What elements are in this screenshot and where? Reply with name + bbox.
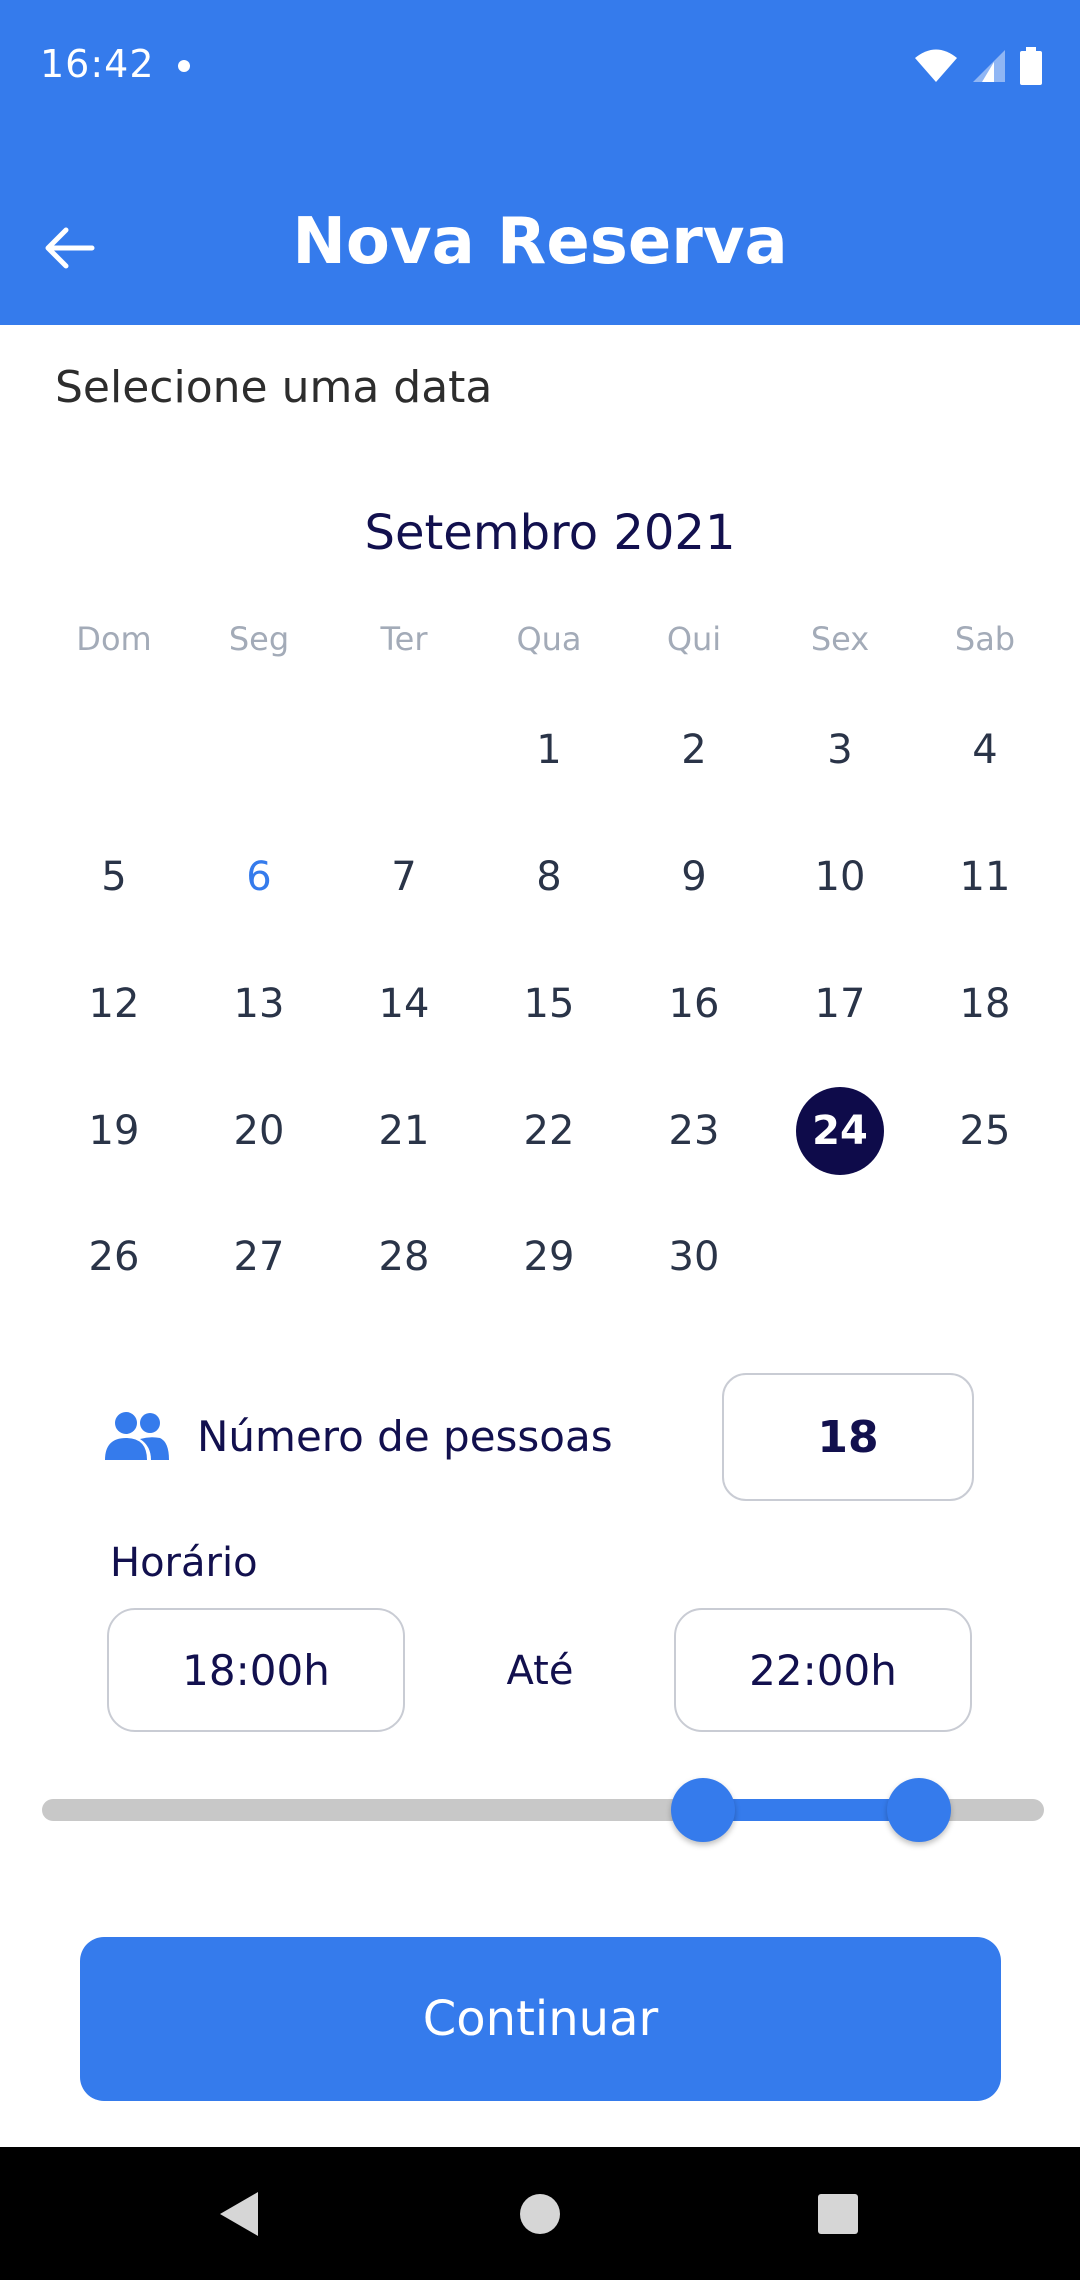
calendar-day-number: 13 bbox=[233, 981, 285, 1027]
battery-icon bbox=[1020, 47, 1042, 85]
calendar-day-number: 14 bbox=[378, 981, 430, 1027]
weekday-label: Sex bbox=[810, 620, 870, 658]
calendar-day[interactable]: 11 bbox=[913, 832, 1058, 922]
page-title: Nova Reserva bbox=[292, 205, 788, 279]
calendar-day-number: 29 bbox=[523, 1234, 575, 1280]
end-time-field[interactable]: 22:00h bbox=[674, 1608, 972, 1732]
calendar-day-number: 8 bbox=[536, 854, 562, 900]
nav-back-button[interactable] bbox=[180, 2147, 300, 2280]
calendar-day[interactable]: 30 bbox=[622, 1212, 767, 1302]
calendar-day[interactable]: 26 bbox=[42, 1212, 187, 1302]
status-icons bbox=[914, 46, 1042, 86]
calendar-day-number: 11 bbox=[959, 854, 1011, 900]
calendar-day[interactable]: 9 bbox=[622, 832, 767, 922]
calendar-day[interactable]: 7 bbox=[332, 832, 477, 922]
calendar-day[interactable]: 6 bbox=[187, 832, 332, 922]
notification-dot-icon bbox=[178, 60, 190, 72]
home-circle-icon bbox=[520, 2193, 560, 2234]
calendar-day[interactable]: 14 bbox=[332, 959, 477, 1049]
weekday-label: Qui bbox=[666, 620, 722, 658]
nav-recents-button[interactable] bbox=[778, 2147, 898, 2280]
calendar-day[interactable]: 12 bbox=[42, 959, 187, 1049]
calendar-day-number: 12 bbox=[88, 981, 140, 1027]
slider-start-handle[interactable] bbox=[671, 1778, 735, 1842]
calendar-day[interactable]: 3 bbox=[768, 705, 913, 795]
calendar-day[interactable]: 25 bbox=[913, 1086, 1058, 1176]
continue-button[interactable]: Continuar bbox=[80, 1937, 1001, 2101]
calendar-day-number: 24 bbox=[812, 1108, 868, 1154]
calendar-day[interactable]: 17 bbox=[768, 959, 913, 1049]
calendar-day[interactable]: 27 bbox=[187, 1212, 332, 1302]
weekday-label: Sab bbox=[954, 620, 1016, 658]
calendar-day-number: 23 bbox=[668, 1108, 720, 1154]
calendar-day-number: 25 bbox=[959, 1108, 1011, 1154]
calendar-day[interactable]: 21 bbox=[332, 1086, 477, 1176]
calendar-day-number: 21 bbox=[378, 1108, 430, 1154]
section-title: Selecione uma data bbox=[55, 362, 493, 413]
recents-square-icon bbox=[818, 2193, 858, 2234]
calendar-day[interactable]: 15 bbox=[477, 959, 622, 1049]
calendar-day-number: 27 bbox=[233, 1234, 285, 1280]
calendar-day-number: 7 bbox=[391, 854, 417, 900]
back-triangle-icon bbox=[220, 2191, 258, 2236]
calendar-day-selected[interactable]: 24 bbox=[768, 1086, 913, 1176]
people-count-input[interactable]: 18 bbox=[722, 1373, 974, 1501]
calendar-day[interactable]: 2 bbox=[622, 705, 767, 795]
signal-icon bbox=[973, 50, 1005, 82]
calendar-day-number: 10 bbox=[814, 854, 866, 900]
calendar-day[interactable]: 19 bbox=[42, 1086, 187, 1176]
calendar-day[interactable]: 18 bbox=[913, 959, 1058, 1049]
status-time: 16:42 bbox=[40, 42, 155, 86]
calendar-day-number: 30 bbox=[668, 1234, 720, 1280]
people-count-label: Número de pessoas bbox=[197, 1412, 613, 1461]
calendar-day-number: 1 bbox=[536, 727, 562, 773]
start-time-field[interactable]: 18:00h bbox=[107, 1608, 405, 1732]
calendar-day-number: 9 bbox=[681, 854, 707, 900]
calendar-day-number: 17 bbox=[814, 981, 866, 1027]
calendar-day-number: 2 bbox=[681, 727, 707, 773]
calendar-day-number: 22 bbox=[523, 1108, 575, 1154]
calendar-day[interactable]: 1 bbox=[477, 705, 622, 795]
calendar-day[interactable]: 22 bbox=[477, 1086, 622, 1176]
wifi-icon bbox=[915, 49, 957, 82]
calendar-day[interactable]: 16 bbox=[622, 959, 767, 1049]
nav-home-button[interactable] bbox=[480, 2147, 600, 2280]
calendar-month-label: Setembro 2021 bbox=[364, 505, 736, 561]
calendar-day[interactable]: 29 bbox=[477, 1212, 622, 1302]
calendar-day-number: 5 bbox=[101, 854, 127, 900]
hours-label: Horário bbox=[110, 1540, 258, 1586]
calendar-day[interactable]: 23 bbox=[622, 1086, 767, 1176]
calendar-day-number: 3 bbox=[827, 727, 853, 773]
app-header: 16:42 Nova Reserva bbox=[0, 0, 1080, 325]
calendar-day-number: 6 bbox=[246, 854, 272, 900]
weekday-label: Seg bbox=[228, 620, 290, 658]
calendar-day-number: 18 bbox=[959, 981, 1011, 1027]
calendar-day[interactable]: 4 bbox=[913, 705, 1058, 795]
calendar-day-number: 15 bbox=[523, 981, 575, 1027]
calendar-day[interactable]: 20 bbox=[187, 1086, 332, 1176]
calendar-day[interactable]: 8 bbox=[477, 832, 622, 922]
system-nav-bar bbox=[0, 2147, 1080, 2280]
weekday-label: Qua bbox=[516, 620, 582, 658]
people-icon bbox=[105, 1412, 169, 1460]
calendar-day-number: 19 bbox=[88, 1108, 140, 1154]
weekday-label: Ter bbox=[380, 620, 428, 658]
calendar-day-number: 20 bbox=[233, 1108, 285, 1154]
calendar-day[interactable]: 13 bbox=[187, 959, 332, 1049]
calendar-day[interactable]: 28 bbox=[332, 1212, 477, 1302]
time-range-separator: Até bbox=[506, 1648, 574, 1694]
weekday-label: Dom bbox=[76, 620, 152, 658]
calendar-day-number: 28 bbox=[378, 1234, 430, 1280]
calendar-day[interactable]: 10 bbox=[768, 832, 913, 922]
calendar-day-number: 26 bbox=[88, 1234, 140, 1280]
calendar-day[interactable]: 5 bbox=[42, 832, 187, 922]
calendar-day-number: 4 bbox=[972, 727, 998, 773]
slider-end-handle[interactable] bbox=[887, 1778, 951, 1842]
calendar-day-number: 16 bbox=[668, 981, 720, 1027]
